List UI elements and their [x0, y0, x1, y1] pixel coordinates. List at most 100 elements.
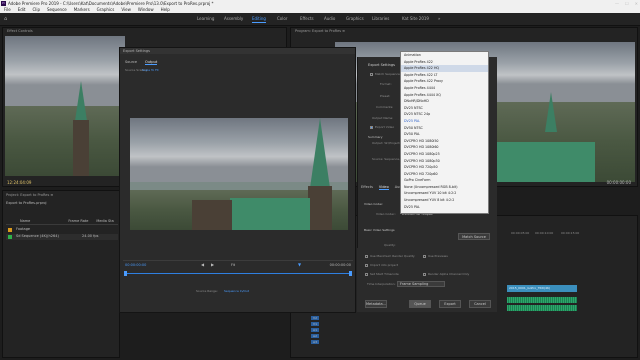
audio-waveform-a2[interactable] — [507, 305, 577, 311]
export-button[interactable]: Export — [439, 300, 461, 308]
audio-waveform-a1[interactable] — [507, 297, 577, 303]
codec-option[interactable]: Apple ProRes 4444 XQ — [401, 92, 488, 99]
codec-option[interactable]: DNxHR/DNxHD — [401, 98, 488, 105]
mark-in-icon[interactable]: ◀ — [201, 262, 204, 267]
time-interpolation-dropdown[interactable]: Frame Sampling — [397, 281, 445, 287]
track-v2[interactable]: V2 — [311, 316, 319, 320]
codec-option[interactable]: Uncompressed YUV 8 bit 4:2:2 — [401, 197, 488, 204]
codec-option[interactable]: DV25 NTSC 24p — [401, 111, 488, 118]
codec-option[interactable]: Animation — [401, 52, 488, 59]
render-alpha-checkbox[interactable]: Render Alpha Channel Only — [423, 272, 469, 276]
track-a3[interactable]: A3 — [311, 340, 319, 344]
project-bin-name: Export to ProRes.prproj — [6, 201, 47, 205]
workspace-tab-effects[interactable]: Effects — [300, 16, 314, 22]
playhead-marker-icon[interactable]: ▼ — [298, 262, 301, 267]
codec-option[interactable]: DVCPRO HD 1080i50 — [401, 138, 488, 145]
workspace-tab-assembly[interactable]: Assembly — [224, 16, 243, 22]
sky-region — [5, 36, 125, 106]
basic-video-settings-section[interactable]: Basic Video Settings — [364, 228, 395, 232]
source-panel-tab[interactable]: Effect Controls — [7, 29, 33, 33]
codec-option[interactable]: Uncompressed YUV 10 bit 4:2:2 — [401, 190, 488, 197]
codec-option[interactable]: DVCPRO HD 1080p25 — [401, 151, 488, 158]
spire-shape — [545, 92, 557, 132]
cancel-button[interactable]: Cancel — [469, 300, 491, 308]
track-headers: V2 V1 A1 A2 A3 — [311, 316, 319, 356]
project-panel-tab[interactable]: Project: Export to ProRes ≡ — [6, 193, 53, 197]
tower-shape — [73, 120, 89, 176]
source-range-dropdown[interactable]: Sequence In/Out — [224, 289, 249, 293]
mark-out-icon[interactable]: ▶ — [211, 262, 214, 267]
track-v1[interactable]: V1 — [311, 322, 319, 326]
codec-option-selected[interactable]: Apple ProRes 422 HQ — [401, 65, 488, 72]
export-playback-bar: 00:00:00:00 ◀ ▶ Fit ▼ 00:00:00:00 — [123, 260, 353, 267]
set-start-timecode-checkbox[interactable]: Set Start Timecode — [365, 272, 399, 276]
program-panel-tab[interactable]: Program: Export to ProRes ≡ — [295, 29, 345, 33]
codec-option[interactable]: DVCPRO HD 720p60 — [401, 171, 488, 178]
codec-option[interactable]: Apple ProRes 422 Proxy — [401, 78, 488, 85]
codec-option[interactable]: DVCPRO HD 720p50 — [401, 164, 488, 171]
tab-source[interactable]: Source — [125, 60, 137, 65]
codec-option[interactable]: DVCPRO HD 1080i60 — [401, 144, 488, 151]
codec-option[interactable]: Apple ProRes 4444 — [401, 85, 488, 92]
codec-option[interactable]: DV50 NTSC — [401, 125, 488, 132]
codec-option[interactable]: DV25 PAL — [401, 118, 488, 125]
workspace-tab-kat-site[interactable]: Kat Site 2019 — [402, 16, 429, 22]
column-name[interactable]: Name — [20, 219, 30, 224]
preset-label: Preset: — [380, 94, 391, 98]
source-timecode[interactable]: 12:24:04:09 — [7, 180, 31, 185]
use-previews-checkbox[interactable]: Use Previews — [423, 254, 448, 258]
queue-button[interactable]: Queue — [409, 300, 431, 308]
export-video-checkbox[interactable]: Export Video — [370, 125, 394, 129]
window-title: Adobe Premiere Pro 2019 - C:\Users\Kat\D… — [8, 1, 214, 6]
column-media-start[interactable]: Media Sta — [96, 219, 113, 224]
source-range-track[interactable] — [125, 273, 352, 274]
export-start-timecode[interactable]: 00:00:00:00 — [125, 263, 146, 267]
codec-option[interactable]: DV50 PAL — [401, 131, 488, 138]
table-row[interactable]: Sd Sequence (4K)(h264) 24.00 fps — [6, 234, 118, 240]
export-settings-dialog: Export Settings Source Output Source Sca… — [119, 47, 356, 313]
workspace-tab-editing[interactable]: Editing — [252, 16, 266, 23]
import-into-project-checkbox[interactable]: Import into project — [365, 263, 398, 267]
minimize-button[interactable]: — — [615, 0, 619, 7]
codec-option[interactable]: GoPro CineForm — [401, 177, 488, 184]
codec-option[interactable]: None (Uncompressed RGB 8-bit) — [401, 184, 488, 191]
video-clip[interactable]: 2015_0001_GoPro_TRD(4K) — [507, 285, 577, 292]
tab-video[interactable]: Video — [378, 185, 389, 190]
export-preview-frame — [130, 118, 348, 230]
workspaces-overflow-icon[interactable]: » — [438, 16, 440, 22]
roof-shape — [230, 198, 310, 230]
close-button[interactable]: ✕ — [635, 0, 638, 7]
tab-effects[interactable]: Effects — [361, 185, 373, 190]
export-end-timecode[interactable]: 00:00:00:00 — [330, 263, 351, 267]
track-a2[interactable]: A2 — [311, 334, 319, 338]
codec-option[interactable]: DVCPRO HD 1080p30 — [401, 158, 488, 165]
workspace-tab-color[interactable]: Color — [277, 16, 287, 22]
metadata-button[interactable]: Metadata... — [365, 300, 387, 308]
codec-option[interactable]: DV25 NTSC — [401, 105, 488, 112]
fit-dropdown[interactable]: Fit — [231, 263, 235, 267]
range-out-handle[interactable] — [349, 271, 352, 276]
column-frame-rate[interactable]: Frame Rate — [68, 219, 88, 224]
range-in-handle[interactable] — [124, 271, 127, 276]
source-range-label: Source Range: — [196, 289, 218, 293]
source-scaling-dropdown[interactable]: Scale To Fit — [142, 68, 159, 72]
tab-output[interactable]: Output — [145, 60, 158, 65]
track-a1[interactable]: A1 — [311, 328, 319, 332]
maximize-button[interactable]: ☐ — [625, 0, 629, 7]
program-timecode[interactable]: 00:00:00:00 — [607, 180, 631, 185]
time-interpolation-label: Time Interpolation: — [367, 282, 396, 286]
workspace-tab-libraries[interactable]: Libraries — [372, 16, 389, 22]
match-source-button[interactable]: Match Source — [458, 233, 490, 240]
workspace-bar: ⌂ Learning Assembly Editing Color Effect… — [0, 13, 640, 26]
codec-option[interactable]: Apple ProRes 422 — [401, 59, 488, 66]
video-codec-section[interactable]: Video Codec — [364, 202, 383, 206]
codec-option[interactable]: Apple ProRes 422 LT — [401, 72, 488, 79]
export-tabs: Source Output — [125, 60, 158, 65]
workspace-tab-graphics[interactable]: Graphics — [346, 16, 364, 22]
max-render-quality-checkbox[interactable]: Use Maximum Render Quality — [365, 254, 415, 258]
table-row[interactable]: Footage — [6, 227, 118, 233]
home-icon[interactable]: ⌂ — [4, 16, 7, 22]
codec-option[interactable]: DV25 PAL — [401, 204, 488, 211]
workspace-tab-learning[interactable]: Learning — [197, 16, 214, 22]
workspace-tab-audio[interactable]: Audio — [324, 16, 335, 22]
